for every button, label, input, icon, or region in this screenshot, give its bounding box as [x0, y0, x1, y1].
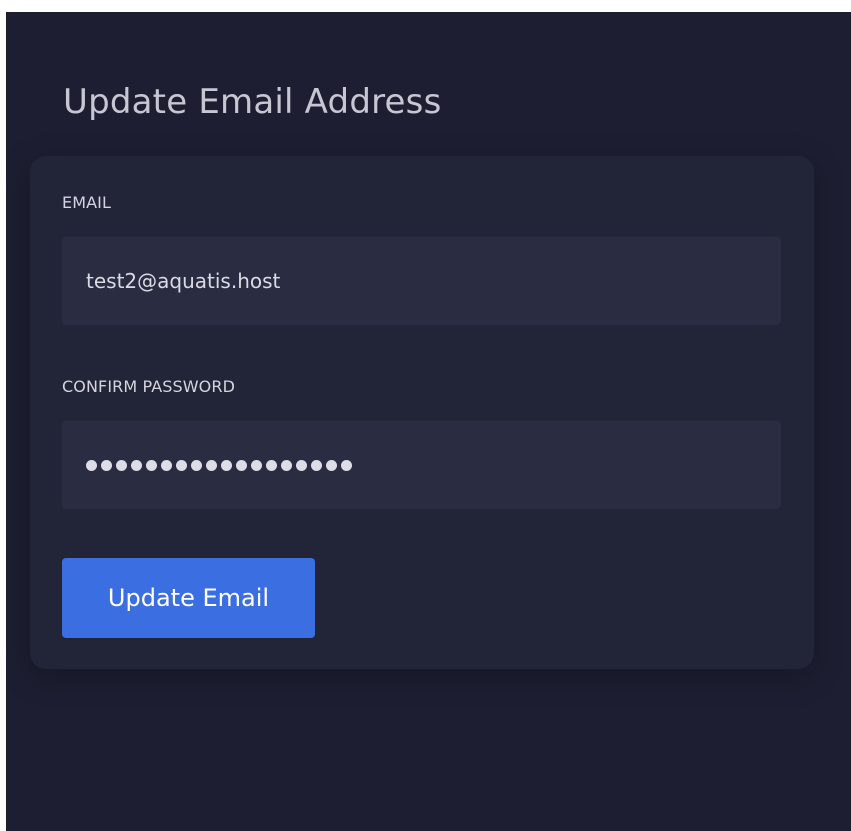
password-mask-dot — [236, 459, 247, 471]
update-email-panel: Update Email Address EMAIL test2@aquatis… — [6, 12, 851, 831]
password-mask-dot — [296, 459, 307, 471]
password-mask-dot — [281, 459, 292, 471]
password-mask-dot — [161, 459, 172, 471]
password-mask-dot — [251, 459, 262, 471]
password-mask — [86, 459, 352, 471]
update-email-card: EMAIL test2@aquatis.host CONFIRM PASSWOR… — [30, 156, 814, 669]
confirm-password-label: CONFIRM PASSWORD — [62, 377, 235, 396]
update-email-button[interactable]: Update Email — [62, 558, 315, 638]
email-label: EMAIL — [62, 193, 111, 212]
password-mask-dot — [146, 459, 157, 471]
password-mask-dot — [131, 459, 142, 471]
password-mask-dot — [101, 459, 112, 471]
email-field[interactable]: test2@aquatis.host — [62, 237, 781, 325]
password-mask-dot — [116, 459, 127, 471]
password-mask-dot — [311, 459, 322, 471]
page-title: Update Email Address — [63, 82, 442, 122]
password-mask-dot — [176, 459, 187, 471]
password-mask-dot — [326, 459, 337, 471]
password-mask-dot — [266, 459, 277, 471]
password-mask-dot — [206, 459, 217, 471]
email-value: test2@aquatis.host — [86, 269, 281, 293]
confirm-password-field[interactable] — [62, 421, 781, 509]
password-mask-dot — [86, 459, 97, 471]
password-mask-dot — [191, 459, 202, 471]
password-mask-dot — [221, 459, 232, 471]
password-mask-dot — [341, 459, 352, 471]
